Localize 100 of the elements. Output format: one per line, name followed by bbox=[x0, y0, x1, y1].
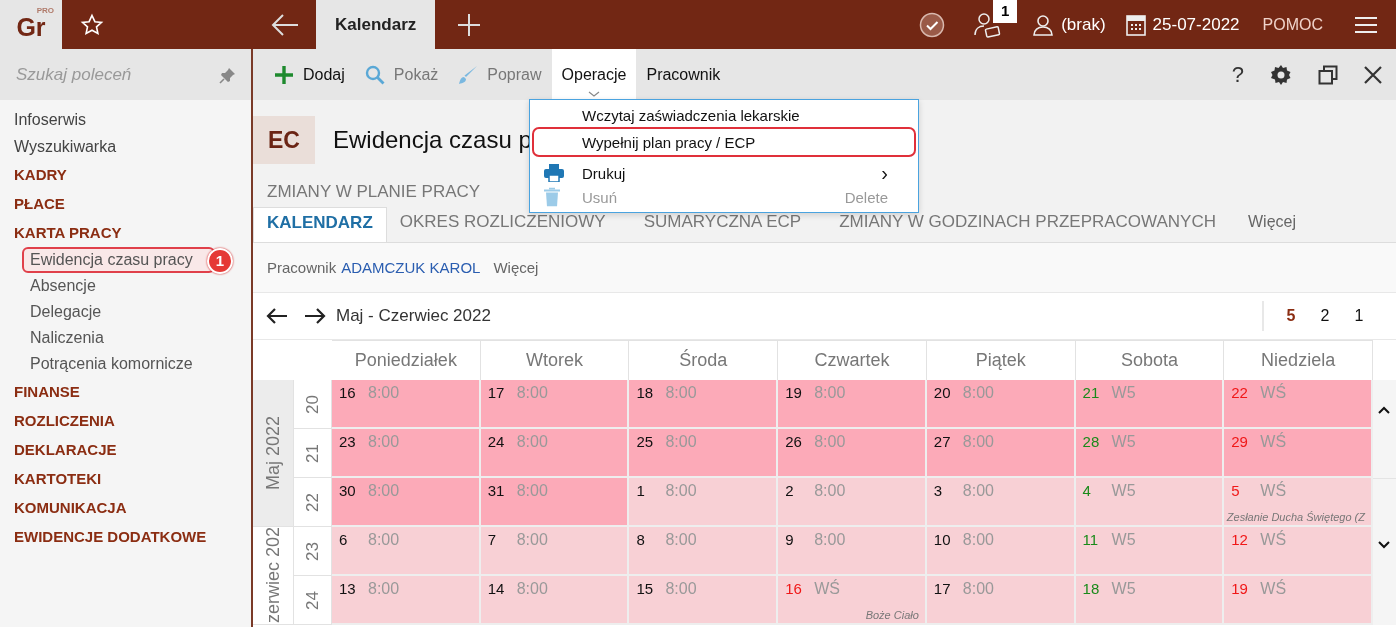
day-cell[interactable]: 23 8:00 bbox=[332, 429, 481, 478]
restore-window-icon[interactable] bbox=[1318, 64, 1338, 85]
day-cell[interactable]: 1 8:00 bbox=[629, 478, 779, 527]
left-arrow-icon[interactable] bbox=[266, 307, 288, 325]
help-link[interactable]: POMOC bbox=[1262, 15, 1323, 34]
employee-link[interactable]: ADAMCZUK KAROL bbox=[341, 259, 481, 276]
view-option[interactable]: 5 bbox=[1274, 306, 1308, 326]
day-cell[interactable]: 19 8:00 bbox=[778, 380, 927, 429]
sidebar-link[interactable]: Infoserwis bbox=[0, 106, 251, 133]
sidebar-section[interactable]: FINANSE bbox=[0, 377, 251, 406]
menu-icon[interactable] bbox=[1354, 14, 1378, 35]
day-cell[interactable]: 26 8:00 bbox=[778, 429, 927, 478]
day-cell[interactable]: 8 8:00 bbox=[629, 527, 779, 576]
day-number: 25 bbox=[636, 433, 655, 450]
day-cell[interactable]: 2 8:00 bbox=[778, 478, 927, 527]
hours-label: 8:00 bbox=[962, 433, 994, 451]
hours-label: 8:00 bbox=[516, 384, 548, 402]
sidebar-item[interactable]: Absencje bbox=[22, 273, 215, 299]
hours-label: 8:00 bbox=[665, 580, 697, 598]
sidebar-item[interactable]: Naliczenia bbox=[22, 325, 215, 351]
sidebar-section[interactable]: KARTOTEKI bbox=[0, 464, 251, 493]
sidebar-section[interactable]: PŁACE bbox=[0, 189, 251, 218]
sidebar-section[interactable]: KADRY bbox=[0, 160, 251, 189]
hours-label: 8:00 bbox=[368, 531, 400, 549]
star-icon[interactable] bbox=[80, 12, 104, 37]
view-option[interactable]: 2 bbox=[1308, 306, 1342, 326]
sidebar-item[interactable]: Delegacje bbox=[22, 299, 215, 325]
search-icon bbox=[364, 64, 385, 85]
more-link[interactable]: Więcej bbox=[1248, 207, 1296, 242]
day-cell[interactable]: 24 8:00 bbox=[480, 429, 630, 478]
day-number: 28 bbox=[1082, 433, 1101, 450]
menu-item[interactable]: Drukuj › bbox=[532, 161, 916, 185]
day-number: 24 bbox=[487, 433, 506, 450]
day-cell[interactable]: 3 8:00 bbox=[926, 478, 1076, 527]
view-option[interactable]: 1 bbox=[1342, 306, 1376, 326]
back-arrow-icon[interactable] bbox=[270, 12, 300, 37]
day-number: 16 bbox=[339, 384, 357, 401]
day-cell[interactable]: 15 8:00 bbox=[629, 576, 779, 625]
weekday-header: Niedziela bbox=[1224, 340, 1373, 380]
chevron-down-icon[interactable] bbox=[1378, 541, 1391, 549]
day-cell[interactable]: 31 8:00 bbox=[480, 478, 630, 527]
app-tab[interactable]: Kalendarz bbox=[316, 0, 436, 49]
hours-label: 8:00 bbox=[665, 531, 697, 549]
day-number: 10 bbox=[933, 531, 952, 548]
sidebar-section[interactable]: KARTA PRACY bbox=[0, 218, 251, 247]
calendar-icon[interactable] bbox=[1125, 13, 1146, 36]
toolbar-button[interactable]: Dodaj bbox=[264, 49, 355, 100]
right-arrow-icon[interactable] bbox=[304, 307, 326, 325]
holiday-note: Zesłanie Ducha Świętego (Z bbox=[1226, 511, 1365, 523]
day-cell[interactable]: 30 8:00 bbox=[332, 478, 481, 527]
user-card-icon[interactable] bbox=[973, 10, 1002, 39]
day-number: 17 bbox=[933, 580, 952, 597]
day-cell[interactable]: 27 8:00 bbox=[926, 429, 1076, 478]
weekday-header: Sobota bbox=[1075, 340, 1225, 380]
sidebar-section[interactable]: ROZLICZENIA bbox=[0, 406, 251, 435]
day-number: 3 bbox=[933, 482, 944, 499]
hours-label: 8:00 bbox=[962, 384, 994, 402]
day-number: 15 bbox=[636, 580, 655, 597]
menu-item[interactable]: Wypełnij plan pracy / ECP bbox=[532, 127, 916, 157]
chevron-up-icon[interactable] bbox=[1378, 406, 1391, 414]
day-number: 21 bbox=[1082, 384, 1101, 401]
tab[interactable]: KALENDARZ bbox=[253, 207, 387, 242]
hours-label: 8:00 bbox=[516, 482, 548, 500]
settings-icon[interactable] bbox=[1270, 63, 1292, 86]
close-icon[interactable] bbox=[1364, 65, 1382, 84]
day-cell[interactable]: 18 8:00 bbox=[629, 380, 779, 429]
day-cell[interactable]: 25 8:00 bbox=[629, 429, 779, 478]
brush-icon bbox=[458, 64, 479, 85]
week-number: 24 bbox=[302, 590, 323, 610]
sidebar-item[interactable]: Ewidencja czasu pracy bbox=[22, 247, 215, 273]
more-link[interactable]: Więcej bbox=[493, 259, 539, 276]
day-cell[interactable]: 20 8:00 bbox=[926, 380, 1076, 429]
pin-icon[interactable] bbox=[219, 65, 237, 84]
tab[interactable]: ZMIANY W GODZINACH PRZEPRACOWANYCH bbox=[826, 207, 1229, 242]
weekday-header: Czwartek bbox=[778, 340, 927, 380]
menu-button[interactable]: Pracownik bbox=[636, 49, 731, 100]
day-cell[interactable]: 17 8:00 bbox=[480, 380, 630, 429]
day-cell[interactable]: 16 8:00 bbox=[332, 380, 481, 429]
sidebar-item[interactable]: Potrącenia komornicze bbox=[22, 351, 215, 377]
sidebar-section[interactable]: KOMUNIKACJA bbox=[0, 493, 251, 522]
day-cell[interactable]: 7 8:00 bbox=[480, 527, 630, 576]
tab[interactable]: OKRES ROZLICZENIOWY bbox=[386, 207, 619, 242]
day-cell[interactable]: 13 8:00 bbox=[332, 576, 481, 625]
sidebar-link[interactable]: Wyszukiwarka bbox=[0, 133, 251, 160]
plus-icon[interactable] bbox=[457, 12, 482, 37]
chevron-down-icon bbox=[588, 91, 600, 97]
month-label: zerwiec 202 bbox=[262, 527, 284, 624]
day-cell[interactable]: 9 8:00 bbox=[778, 527, 927, 576]
menu-item[interactable]: Wczytaj zaświadczenia lekarskie bbox=[532, 103, 916, 127]
day-cell[interactable]: 17 8:00 bbox=[926, 576, 1076, 625]
day-cell[interactable]: 14 8:00 bbox=[480, 576, 630, 625]
check-circle-icon[interactable] bbox=[919, 11, 946, 38]
menu-button[interactable]: Operacje bbox=[551, 49, 637, 100]
app-logo[interactable]: Gr PRO bbox=[0, 0, 62, 49]
sidebar-section[interactable]: EWIDENCJE DODATKOWE bbox=[0, 522, 251, 551]
day-cell[interactable]: 10 8:00 bbox=[926, 527, 1076, 576]
help-button[interactable]: ? bbox=[1231, 61, 1244, 88]
sidebar-section[interactable]: DEKLARACJE bbox=[0, 435, 251, 464]
day-number: 29 bbox=[1231, 433, 1249, 450]
day-cell[interactable]: 6 8:00 bbox=[332, 527, 481, 576]
